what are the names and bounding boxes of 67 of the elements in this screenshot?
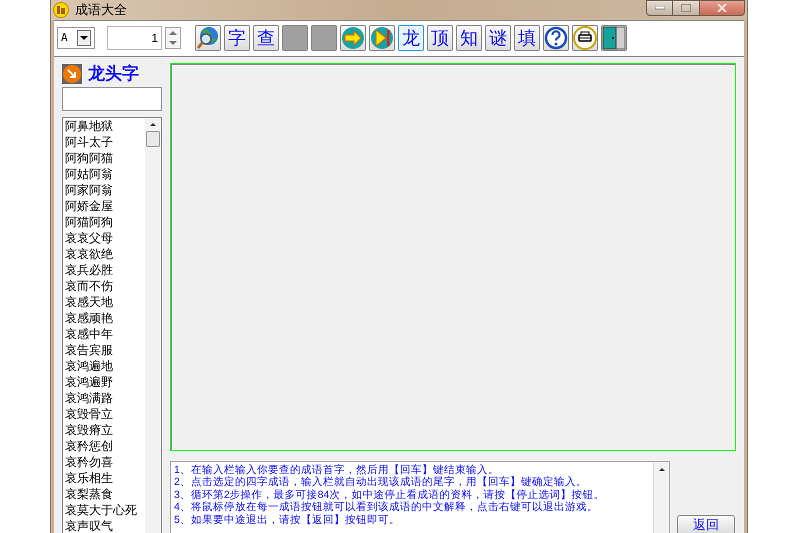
list-item[interactable]: 哀哀欲绝	[65, 246, 143, 262]
spinner-arrows-icon	[165, 27, 181, 49]
minimize-icon	[654, 6, 664, 10]
list-item[interactable]: 哀感中年	[65, 326, 143, 342]
toolbar-button[interactable]: 知	[456, 25, 482, 51]
arrow-down-right-icon	[62, 64, 82, 84]
arrow-right-icon	[341, 26, 365, 50]
list-item[interactable]: 哀告宾服	[65, 342, 143, 358]
list-item[interactable]: 哀莫大于心死	[65, 502, 143, 518]
list-item[interactable]: 阿狗阿猫	[65, 150, 143, 166]
toolbar-button[interactable]: 查	[253, 25, 279, 51]
list-item[interactable]: 哀声叹气	[65, 518, 143, 533]
list-item[interactable]: 阿娇金屋	[65, 198, 143, 214]
toolbar-button[interactable]: 填	[514, 25, 540, 51]
globe-search-icon	[196, 26, 220, 50]
instruction-line: 1、在输入栏输入你要查的成语首字，然后用【回车】键结束输入。	[174, 464, 500, 476]
toolbar-button[interactable]: 谜	[485, 25, 511, 51]
app-logo-icon	[53, 2, 69, 18]
font-value: A	[61, 30, 68, 46]
list-item[interactable]: 哀乐相生	[65, 470, 143, 486]
list-item[interactable]: 阿姑阿翁	[65, 166, 143, 182]
toolbar-button[interactable]: 字	[224, 25, 250, 51]
door-icon	[602, 26, 626, 50]
list-item[interactable]: 阿猫阿狗	[65, 214, 143, 230]
list-item[interactable]: 哀哀父母	[65, 230, 143, 246]
skip-forward-icon	[370, 26, 394, 50]
list-item[interactable]: 阿斗太子	[65, 134, 143, 150]
number-field[interactable]: 1	[107, 26, 162, 50]
list-item[interactable]: 阿鼻地狱	[65, 118, 143, 134]
scroll-thumb[interactable]	[146, 130, 160, 146]
toolbar-button[interactable]	[572, 25, 598, 51]
list-item[interactable]: 哀梨蒸食	[65, 486, 143, 502]
back-button[interactable]: 返回	[677, 514, 735, 533]
list-item[interactable]: 哀兵必胜	[65, 262, 143, 278]
toolbar-button[interactable]: 龙	[398, 25, 424, 51]
maximize-icon	[681, 4, 691, 12]
instruction-line: 4、将鼠标停放在每一成语按钮就可以看到该成语的中文解释，点击右键可以退出游戏。	[174, 501, 599, 514]
instruction-line: 3、循环第2步操作，最多可接84次，如中途停止看成语的资料，请按【停止选词】按钮。	[174, 488, 606, 501]
instruction-line: 2、点击选定的四字成语，输入栏就自动出现该成语的尾字，用【回车】键确定输入。	[174, 476, 588, 488]
list-item[interactable]: 哀毁骨立	[65, 406, 143, 422]
toolbar-button[interactable]	[601, 25, 627, 51]
list-item[interactable]: 哀鸿满路	[65, 390, 143, 406]
help-icon	[544, 26, 568, 50]
font-select[interactable]: A	[57, 27, 95, 49]
maximize-button[interactable]	[673, 0, 699, 16]
window-title: 成语大全	[75, 1, 127, 19]
sidebar-title: 龙头字	[88, 62, 139, 85]
list-item[interactable]: 哀鸿遍野	[65, 374, 143, 390]
toolbar-button[interactable]	[543, 25, 569, 51]
list-item[interactable]: 哀感天地	[65, 294, 143, 310]
list-item[interactable]: 哀毁瘠立	[65, 422, 143, 438]
list-item[interactable]: 哀鸿遍地	[65, 358, 143, 374]
scroll-up-icon	[658, 468, 664, 470]
minimize-button[interactable]	[646, 0, 673, 16]
instruction-line: 5、如果要中途退出，请按【返回】按钮即可。	[174, 514, 401, 526]
list-item[interactable]: 哀感顽艳	[65, 310, 143, 326]
list-item[interactable]: 哀矜勿喜	[65, 454, 143, 470]
list-item[interactable]: 哀而不伤	[65, 278, 143, 294]
list-item[interactable]: 阿家阿翁	[65, 182, 143, 198]
list-item[interactable]: 哀矜惩创	[65, 438, 143, 454]
close-button[interactable]	[699, 0, 745, 16]
scroll-up-icon	[150, 122, 156, 126]
printer-icon	[573, 26, 597, 50]
toolbar-button[interactable]: 顶	[427, 25, 453, 51]
toolbar-button[interactable]	[195, 25, 221, 51]
close-icon	[717, 4, 727, 12]
input-field[interactable]	[62, 86, 162, 110]
